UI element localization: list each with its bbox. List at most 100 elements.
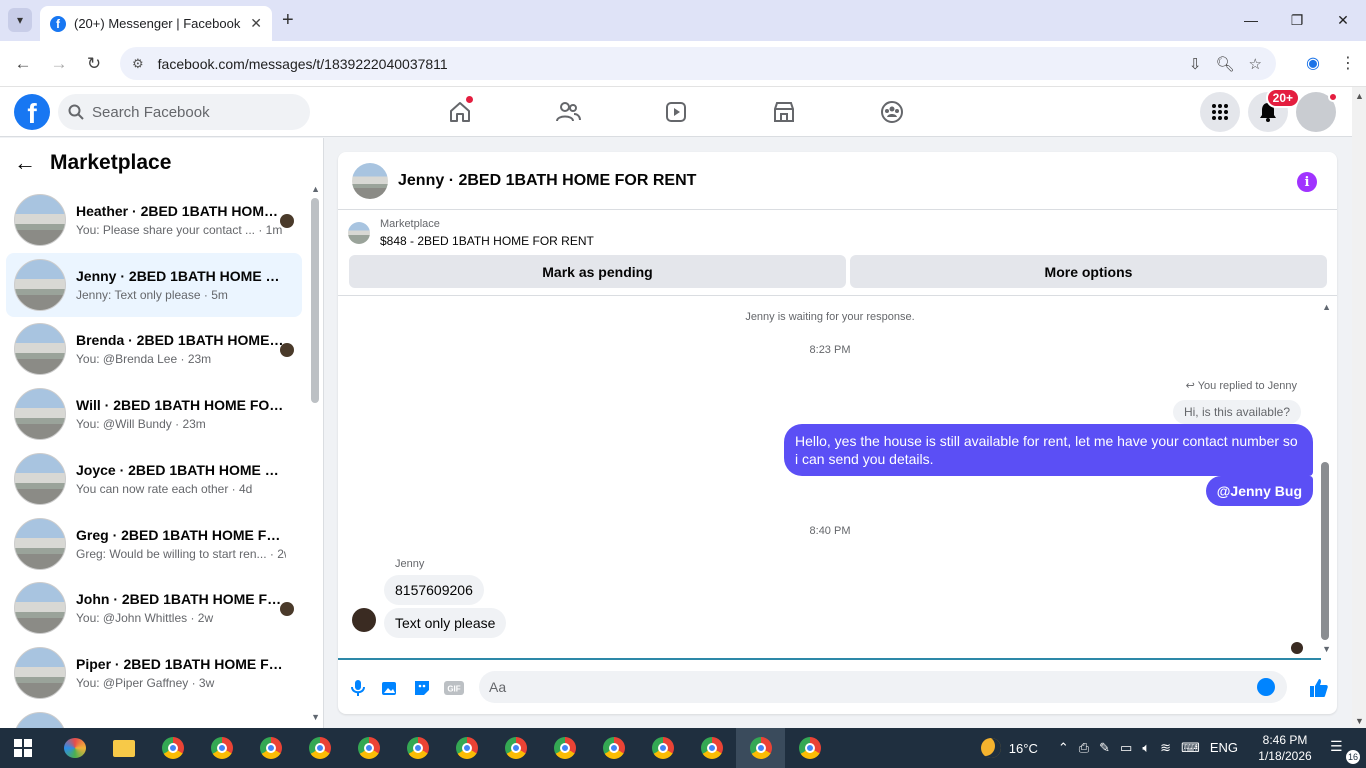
incoming-message[interactable]: 8157609206 [384, 575, 484, 605]
tab-search-dropdown-icon[interactable]: ▾ [8, 8, 32, 32]
conversation-item[interactable]: Will · 2BED 1BATH HOME FOR R... You: @Wil… [6, 382, 302, 446]
conversation-avatar [14, 258, 66, 311]
facebook-logo-icon[interactable]: f [14, 94, 50, 130]
browser-menu-icon[interactable]: ⋮ [1340, 53, 1356, 73]
thumbs-up-icon[interactable] [1309, 678, 1329, 703]
search-input[interactable]: Search Facebook [58, 94, 310, 130]
conversation-item[interactable]: Jenny · 2BED 1BATH HOME FOR ... Jenny: Te… [6, 252, 302, 317]
scroll-up-arrow-icon[interactable]: ▲ [1355, 91, 1364, 101]
new-tab-button[interactable]: + [282, 9, 294, 32]
emoji-icon[interactable] [1257, 678, 1275, 696]
taskbar-file-explorer[interactable] [99, 728, 148, 768]
taskbar-chrome-profile[interactable] [197, 728, 246, 768]
friends-nav-button[interactable] [514, 87, 622, 137]
pen-icon[interactable]: ✎ [1099, 740, 1110, 756]
conversation-item[interactable]: Heather · 2BED 1BATH HOME ... You: Please… [6, 188, 302, 252]
quoted-message[interactable]: Hi, is this available? [1172, 400, 1301, 424]
page-scrollbar[interactable]: ▲ ▼ [1352, 87, 1366, 728]
zoom-icon[interactable]: 🔍︎ [1216, 55, 1235, 73]
url-input[interactable]: ⚙ facebook.com/messages/t/18392220400378… [120, 47, 1276, 80]
forward-arrow-icon[interactable]: → [48, 53, 70, 75]
sticker-icon[interactable] [406, 672, 438, 704]
weather-widget[interactable]: 16°C [980, 738, 1038, 758]
conversation-item[interactable]: Piper · 2BED 1BATH HOME FOR ... You: @Pip… [6, 641, 302, 705]
conversation-item[interactable]: Roger · 2BED 1BATH HOME F... [6, 706, 302, 728]
conversation-item[interactable]: John · 2BED 1BATH HOME FO... You: @John W… [6, 576, 302, 640]
taskbar-chrome-profile[interactable] [344, 728, 393, 768]
tab-close-icon[interactable]: ✕ [250, 15, 262, 32]
site-info-icon[interactable]: ⚙ [132, 56, 144, 72]
camera-icon[interactable]: ⎙ [1079, 740, 1089, 756]
scroll-down-arrow-icon[interactable]: ▼ [1355, 716, 1364, 726]
gif-icon[interactable]: GIF [438, 672, 470, 704]
back-arrow-icon[interactable]: ← [14, 150, 36, 176]
home-nav-button[interactable] [406, 87, 514, 137]
taskbar-chrome-profile[interactable] [295, 728, 344, 768]
language-indicator[interactable]: ENG [1210, 740, 1238, 756]
scroll-down-arrow-icon[interactable]: ▼ [311, 712, 320, 722]
outgoing-message[interactable]: Hello, yes the house is still available … [784, 424, 1313, 476]
taskbar-chrome-profile[interactable] [246, 728, 295, 768]
conversation-item[interactable]: Joyce · 2BED 1BATH HOME FOR ... You can n… [6, 447, 302, 511]
scroll-up-arrow-icon[interactable]: ▲ [311, 184, 320, 194]
info-icon[interactable]: i [1297, 172, 1317, 192]
taskbar-chrome[interactable] [148, 728, 197, 768]
read-receipt-avatar [280, 343, 294, 358]
reload-icon[interactable]: ↻ [83, 53, 105, 75]
taskbar-paint-app[interactable] [50, 728, 99, 768]
message-input[interactable]: Aa [479, 671, 1287, 703]
microphone-icon[interactable] [342, 672, 374, 704]
taskbar-chrome-profile[interactable] [785, 728, 834, 768]
wifi-icon[interactable]: ≋ [1160, 740, 1171, 756]
battery-icon[interactable]: ▭ [1120, 740, 1132, 756]
taskbar-chrome-profile[interactable] [442, 728, 491, 768]
taskbar-chrome-profile[interactable] [393, 728, 442, 768]
restore-icon[interactable]: ❐ [1274, 0, 1320, 40]
install-app-icon[interactable]: ⇩ [1189, 55, 1202, 73]
keyboard-icon[interactable]: ⌨ [1181, 740, 1200, 756]
browser-tab[interactable]: f (20+) Messenger | Facebook ✕ [40, 6, 272, 41]
conversation-item[interactable]: Greg · 2BED 1BATH HOME FOR ... Greg: Woul… [6, 512, 302, 576]
bookmark-star-icon[interactable]: ☆ [1249, 55, 1262, 73]
chevron-up-icon[interactable]: ⌃ [1058, 740, 1069, 756]
taskbar-chrome-profile[interactable] [540, 728, 589, 768]
conversation-avatar [14, 582, 66, 635]
notifications-button[interactable]: 20+ [1248, 88, 1300, 132]
chat-title[interactable]: Jenny · 2BED 1BATH HOME FOR RENT [398, 172, 696, 190]
sidebar-scrollbar[interactable] [311, 198, 319, 403]
menu-grid-button[interactable] [1200, 92, 1240, 132]
marketplace-listing[interactable]: Marketplace $848 - 2BED 1BATH HOME FOR R… [348, 218, 594, 248]
scroll-up-arrow-icon[interactable]: ▲ [1322, 302, 1331, 312]
notification-center-icon[interactable]: ☰ 16 [1330, 738, 1360, 764]
groups-nav-button[interactable] [838, 87, 946, 137]
volume-icon[interactable]: 🔈︎ [1142, 740, 1150, 756]
photo-icon[interactable] [374, 672, 406, 704]
minimize-icon[interactable]: — [1228, 0, 1274, 40]
clock[interactable]: 8:46 PM 1/18/2026 [1250, 732, 1320, 764]
account-notification-dot [1328, 92, 1338, 102]
back-arrow-icon[interactable]: ← [12, 53, 34, 75]
mark-as-pending-button[interactable]: Mark as pending [349, 255, 846, 288]
profile-icon[interactable]: ◉ [1306, 53, 1320, 73]
account-avatar-button[interactable] [1296, 92, 1338, 132]
conversation-text: Will · 2BED 1BATH HOME FOR R... You: @Wil… [76, 397, 286, 431]
close-window-icon[interactable]: ✕ [1320, 0, 1366, 40]
taskbar-chrome-profile[interactable] [589, 728, 638, 768]
chat-avatar[interactable] [352, 162, 388, 199]
conversation-item[interactable]: Brenda · 2BED 1BATH HOME F... You: @Brend… [6, 317, 302, 381]
sender-avatar[interactable] [352, 608, 376, 632]
taskbar-chrome-profile-active[interactable] [736, 728, 785, 768]
taskbar-chrome-profile[interactable] [638, 728, 687, 768]
windows-start-icon[interactable] [14, 739, 32, 757]
video-nav-button[interactable] [622, 87, 730, 137]
taskbar-chrome-profile[interactable] [491, 728, 540, 768]
taskbar-chrome-profile[interactable] [687, 728, 736, 768]
incoming-message[interactable]: Text only please [384, 608, 507, 638]
scroll-down-arrow-icon[interactable]: ▼ [1322, 644, 1331, 654]
outgoing-mention-message[interactable]: @Jenny Bug [1205, 476, 1313, 506]
chrome-icon [602, 737, 625, 759]
chat-scrollbar[interactable] [1321, 462, 1329, 640]
marketplace-nav-button[interactable] [730, 87, 838, 137]
chrome-icon [259, 737, 282, 759]
more-options-button[interactable]: More options [850, 255, 1327, 288]
